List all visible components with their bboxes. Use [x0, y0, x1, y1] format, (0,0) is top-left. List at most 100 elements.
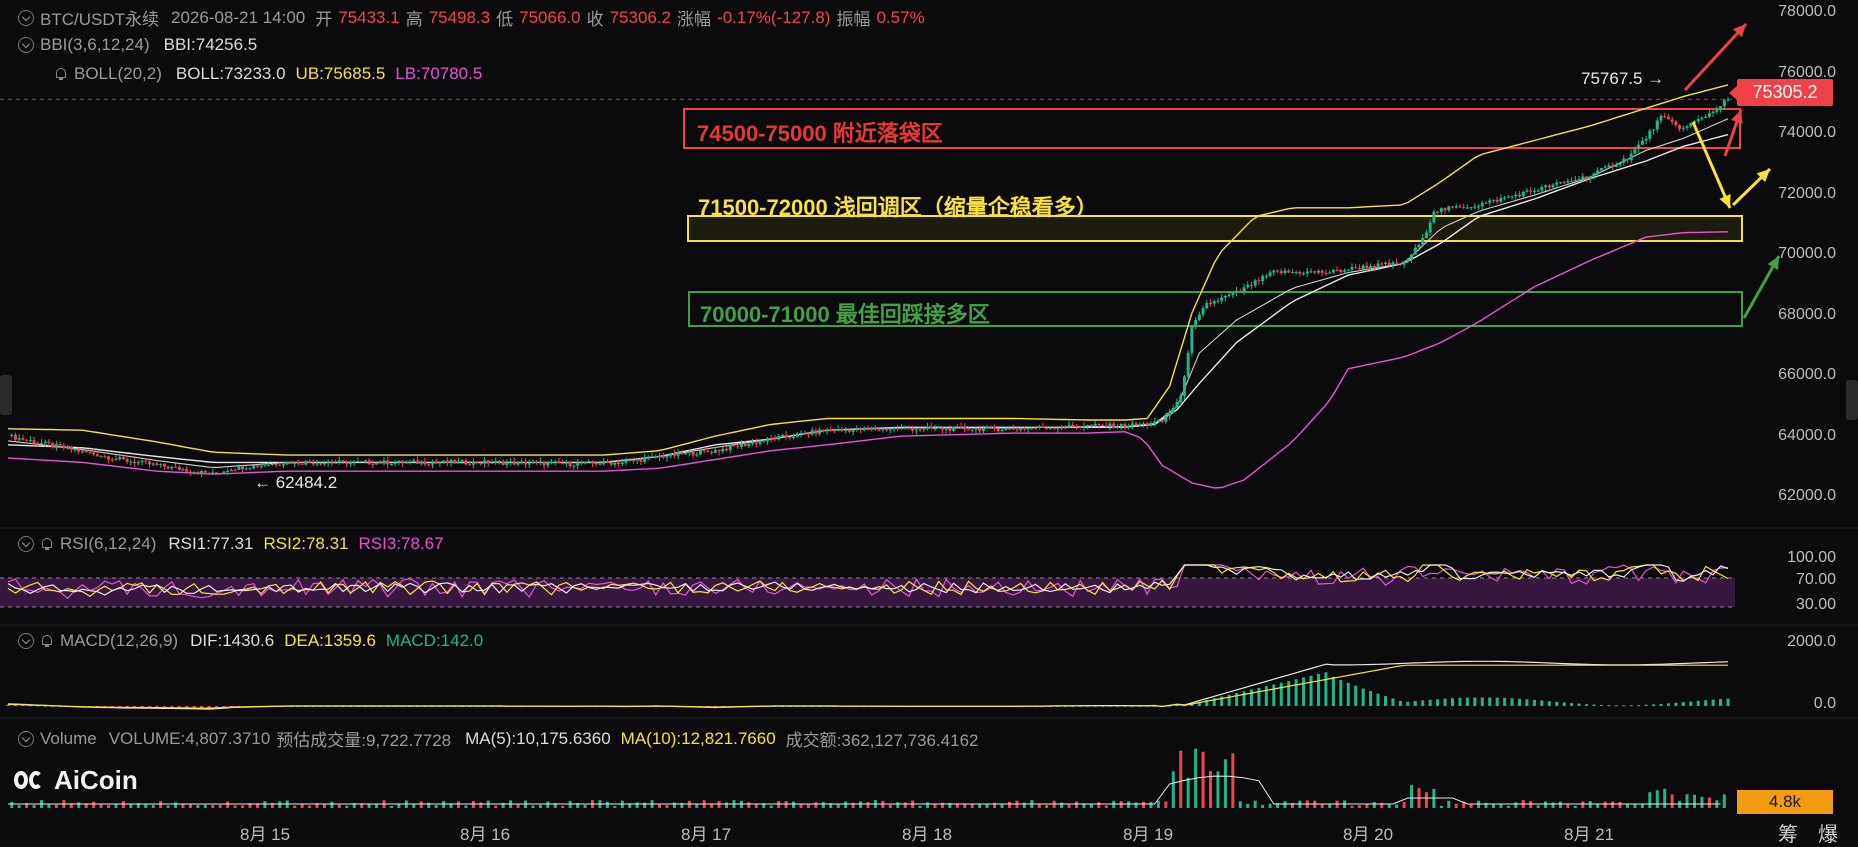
candle-body [628, 460, 632, 462]
candle-body [1037, 426, 1041, 429]
volume-bar [121, 801, 125, 808]
candle-body [118, 457, 122, 460]
candle-body [1302, 273, 1306, 275]
candle-body [1719, 106, 1723, 110]
candle-body [1108, 423, 1112, 427]
y-tick-label: 62000.0 [1778, 487, 1836, 504]
candle-body [609, 462, 613, 465]
candle-body [1473, 206, 1477, 208]
collapse-chevron-icon[interactable] [18, 37, 34, 53]
candle-body [494, 460, 498, 463]
candle-body [92, 452, 96, 455]
candle-body [434, 462, 438, 464]
right-panel-toggle[interactable] [1846, 380, 1858, 420]
bell-icon[interactable] [40, 537, 54, 551]
candle-datetime: 2026-08-21 14:00 [171, 7, 306, 27]
candle-body [319, 463, 323, 465]
candle-body [1097, 423, 1101, 425]
candle-body [185, 469, 189, 472]
macd-level-label: 2000.0 [1787, 633, 1836, 650]
candle-body [103, 456, 107, 458]
candle-body [375, 462, 379, 465]
macd-histogram-bar [1309, 675, 1313, 706]
candle-body [903, 427, 907, 429]
volume-bar [1722, 794, 1726, 808]
candle-body [780, 435, 784, 437]
candle-body [1659, 115, 1663, 121]
candle-body [367, 460, 371, 465]
candle-body [1034, 428, 1038, 430]
candle-body [1383, 262, 1387, 264]
macd-histogram-bar [1316, 674, 1320, 706]
candle-body [1316, 270, 1320, 273]
macd-histogram-bar [1614, 705, 1618, 707]
candle-body [77, 449, 81, 452]
volume-bar [1603, 801, 1607, 808]
candle-body [691, 451, 695, 456]
macd-histogram-bar [1302, 677, 1306, 706]
rsi-level-label: 100.00 [1787, 549, 1836, 566]
candle-body [1257, 280, 1261, 282]
candle-body [1480, 203, 1484, 207]
candle-body [587, 461, 591, 463]
bbi-line [7, 118, 1729, 468]
candle-body [758, 441, 762, 444]
collapse-chevron-icon[interactable] [18, 730, 34, 747]
candle-body [363, 460, 367, 462]
period-low-marker: ← 62484.2 [254, 473, 338, 492]
low-value: 75066.0 [519, 7, 581, 27]
candle-body [389, 463, 393, 465]
rsi3-value: RSI3:78.67 [358, 534, 444, 553]
volume-bar [1141, 801, 1145, 808]
candle-body [1421, 237, 1425, 245]
candle-body [907, 427, 911, 429]
header-bar: BTC/USDT永续 2026-08-21 14:00 开 75433.1 高 … [18, 5, 931, 30]
volume-bar [531, 805, 535, 808]
left-panel-toggle[interactable] [0, 375, 12, 415]
volume-legend: Volume VOLUME:4,807.3710 预估成交量:9,722.772… [18, 726, 984, 751]
bell-icon[interactable] [40, 634, 54, 648]
macd-histogram-bar [1696, 700, 1700, 706]
candle-body [471, 461, 475, 465]
candle-body [1216, 300, 1220, 302]
candle-body [408, 461, 412, 463]
volume-bar [241, 805, 245, 808]
macd-dea-line [7, 664, 1728, 709]
macd-histogram-bar [1406, 701, 1410, 706]
collapse-chevron-icon[interactable] [18, 9, 34, 26]
volume-bar [226, 801, 230, 808]
candle-body [665, 456, 669, 458]
volume-bar [293, 805, 297, 808]
volume-bar [442, 801, 446, 808]
candle-body [501, 461, 505, 465]
candle-body [200, 470, 204, 474]
candle-body [799, 432, 803, 434]
liquidation-button[interactable]: 爆 [1818, 818, 1838, 847]
candle-body [970, 429, 974, 431]
candle-body [170, 466, 174, 469]
volume-bar [1067, 804, 1071, 808]
volume-bar [1045, 805, 1049, 808]
candle-body [698, 450, 702, 455]
collapse-chevron-icon[interactable] [18, 633, 34, 649]
candle-body [386, 460, 390, 465]
collapse-chevron-icon[interactable] [18, 536, 34, 552]
candle-body [356, 461, 360, 463]
volume-bar [1529, 801, 1533, 808]
candle-body [728, 445, 732, 451]
boll-ub-value: UB:75685.5 [295, 64, 386, 83]
bell-icon[interactable] [54, 67, 68, 81]
candle-body [1644, 138, 1648, 141]
candle-body [1063, 427, 1067, 429]
candle-body [1477, 206, 1481, 208]
chips-button[interactable]: 筹 [1778, 818, 1798, 847]
macd-histogram-bar [1428, 699, 1432, 706]
candle-body [449, 460, 453, 463]
candle-body [1115, 426, 1119, 429]
candle-body [564, 461, 568, 464]
candle-body [1283, 270, 1287, 274]
candle-body [341, 460, 345, 462]
macd-histogram-bar [1480, 697, 1484, 706]
candle-body [870, 428, 874, 430]
candle-body [1678, 125, 1682, 129]
